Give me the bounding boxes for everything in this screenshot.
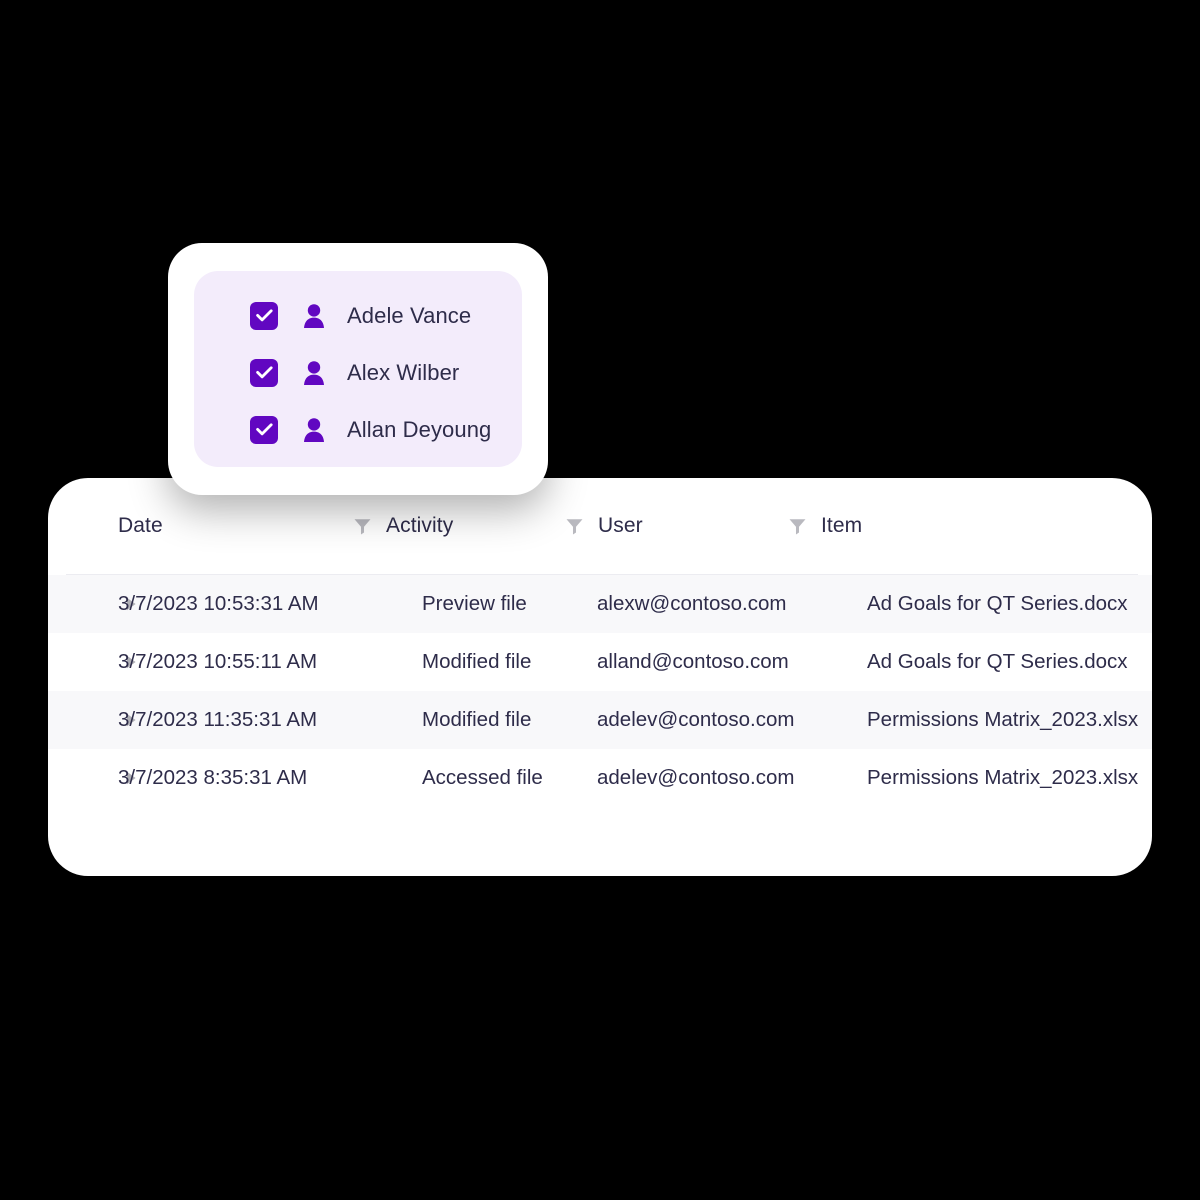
people-picker-panel: Adele Vance Alex Wilber Allan Deyoung (194, 271, 522, 467)
cell-date: 3/7/2023 10:55:11 AM (118, 650, 318, 673)
person-icon (304, 360, 324, 385)
person-name: Alex Wilber (347, 359, 460, 385)
cell-user: adelev@contoso.com (597, 766, 795, 789)
column-header-date[interactable]: Date (118, 478, 163, 574)
column-header-item-label: Item (821, 514, 863, 537)
list-item[interactable]: Alex Wilber (194, 344, 522, 401)
checkbox-checked-icon[interactable] (250, 415, 278, 444)
table-row[interactable]: 3/7/2023 11:35:31 AM Modified file adele… (48, 691, 1152, 749)
cell-activity: Accessed file (422, 766, 543, 789)
cell-date: 3/7/2023 8:35:31 AM (118, 766, 308, 789)
cell-user: alland@contoso.com (597, 650, 789, 673)
cell-item: Permissions Matrix_2023.xlsx (867, 708, 1139, 731)
cell-activity: Modified file (422, 708, 532, 731)
filter-icon[interactable] (565, 517, 584, 536)
cell-date: 3/7/2023 11:35:31 AM (118, 708, 318, 731)
column-header-date-label: Date (118, 514, 163, 537)
table-row[interactable]: 3/7/2023 8:35:31 AM Accessed file adelev… (48, 749, 1152, 807)
person-name: Allan Deyoung (347, 416, 492, 442)
column-header-user[interactable]: User (565, 478, 643, 574)
column-header-user-label: User (598, 514, 643, 537)
checkbox-checked-icon[interactable] (250, 358, 278, 387)
people-picker-card: Adele Vance Alex Wilber Allan Deyoung (168, 243, 548, 495)
checkbox-checked-icon[interactable] (250, 301, 278, 330)
person-name: Adele Vance (347, 302, 472, 328)
cell-item: Permissions Matrix_2023.xlsx (867, 766, 1139, 789)
table-body: 3/7/2023 10:53:31 AM Preview file alexw@… (48, 575, 1152, 807)
activity-table-card: Date Activity User Item 3/7/2023 10:53:3… (48, 478, 1152, 876)
cell-item: Ad Goals for QT Series.docx (867, 650, 1128, 673)
cell-activity: Modified file (422, 650, 532, 673)
column-header-activity-label: Activity (386, 514, 454, 537)
filter-icon[interactable] (353, 517, 372, 536)
table-row[interactable]: 3/7/2023 10:55:11 AM Modified file allan… (48, 633, 1152, 691)
column-header-item[interactable]: Item (788, 478, 862, 574)
person-icon (304, 303, 324, 328)
person-icon (304, 417, 324, 442)
cell-item: Ad Goals for QT Series.docx (867, 592, 1128, 615)
list-item[interactable]: Allan Deyoung (194, 401, 522, 458)
cell-user: alexw@contoso.com (597, 592, 787, 615)
table-row[interactable]: 3/7/2023 10:53:31 AM Preview file alexw@… (48, 575, 1152, 633)
filter-icon[interactable] (788, 517, 807, 536)
cell-date: 3/7/2023 10:53:31 AM (118, 592, 319, 615)
cell-user: adelev@contoso.com (597, 708, 795, 731)
cell-activity: Preview file (422, 592, 527, 615)
list-item[interactable]: Adele Vance (194, 287, 522, 344)
